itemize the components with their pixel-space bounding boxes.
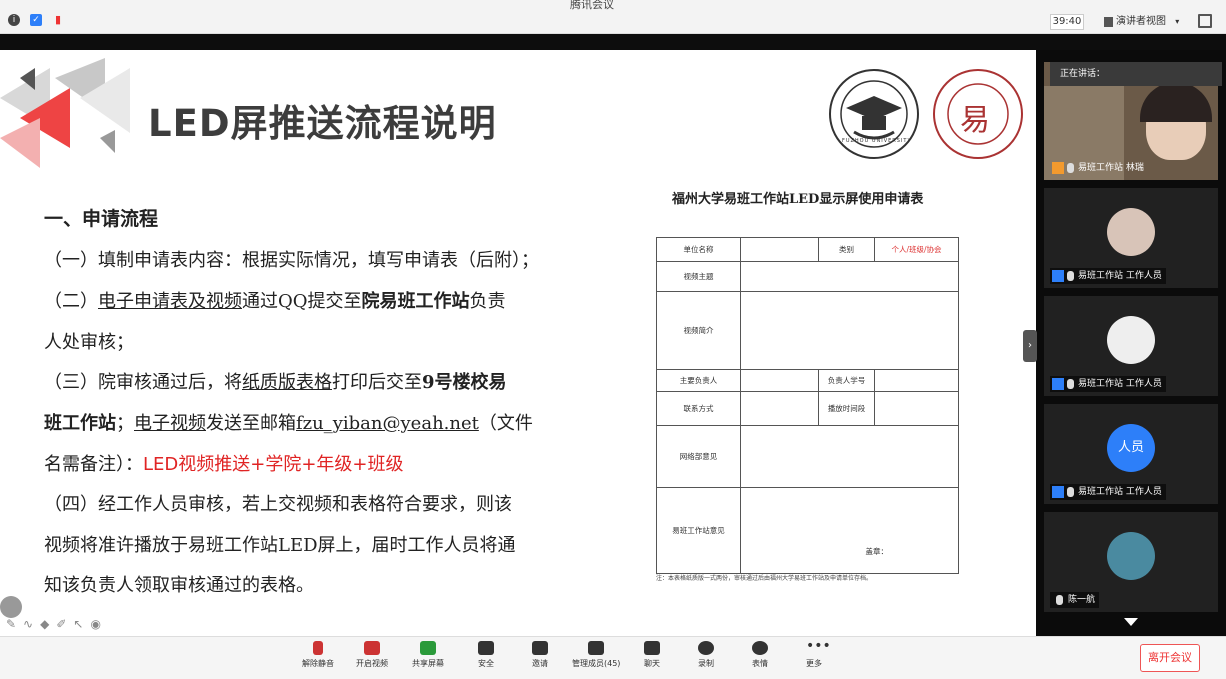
form-label-unit: 单位名称 <box>656 237 741 262</box>
tile-label: 陈一航 <box>1050 592 1100 608</box>
signal-icon: ▮ <box>54 13 62 26</box>
form-note: 注：本表格纸质版一式两份，审核通过后由福州大学易班工作站及申请单位存档。 <box>656 575 873 582</box>
slide-decoration <box>0 58 130 168</box>
window-top-bar: 腾讯会议 i ✓ ▮ 39:40 演讲者视图 ▾ <box>0 0 1226 34</box>
shared-slide: LED屏推送流程说明 FUZHOU UNIVERSITY 易 一、申请流程 （一… <box>0 50 1036 636</box>
step-3-text: （三）院审核通过后，将纸质版表格打印后交至9号楼校易 <box>44 372 507 393</box>
form-label-person: 主要负责人 <box>656 369 741 392</box>
chat-button[interactable]: 聊天 <box>644 641 660 669</box>
presenter-view-button[interactable]: 演讲者视图 ▾ <box>1100 14 1184 30</box>
avatar: 人员 <box>1107 424 1155 472</box>
record-icon <box>698 641 714 655</box>
form-title: 福州大学易班工作站LED显示屏使用申请表 <box>672 192 924 207</box>
step-4-end: 知该负责人领取审核通过的表格。 <box>44 575 314 596</box>
panel-scroll-down-icon[interactable] <box>1124 618 1138 626</box>
more-button[interactable]: ••• 更多 <box>806 638 831 669</box>
form-category-options: 个人/班级/协会 <box>874 237 959 262</box>
window-title: 腾讯会议 <box>570 0 614 11</box>
section-heading: 一、申请流程 <box>44 208 159 230</box>
slide-title: LED屏推送流程说明 <box>148 102 497 145</box>
video-tile[interactable]: 陈一航 <box>1044 512 1218 612</box>
leave-meeting-button[interactable]: 离开会议 <box>1140 644 1200 672</box>
step-2-text: （二）电子申请表及视频通过QQ提交至院易班工作站负责 <box>44 291 506 312</box>
fzu-logo-text: FUZHOU UNIVERSITY <box>842 138 912 144</box>
application-form-table: 单位名称 类别 个人/班级/协会 视频主题 视频简介 主要负责人 负责人学号 联系… <box>656 237 959 574</box>
members-icon <box>588 641 605 655</box>
form-seal: 盖章： <box>740 487 959 574</box>
step-3-note: 名需备注）：LED视频推送+学院+年级+班级 <box>44 454 404 475</box>
fzu-logo <box>829 69 919 159</box>
record-button[interactable]: 录制 <box>698 641 714 669</box>
avatar <box>1107 316 1155 364</box>
info-icon[interactable]: i <box>8 14 20 26</box>
security-button[interactable]: 安全 <box>478 641 494 669</box>
avatar <box>1107 532 1155 580</box>
avatar <box>1107 208 1155 256</box>
invite-button[interactable]: 邀请 <box>532 641 548 669</box>
video-button[interactable]: 开启视频 <box>356 641 388 669</box>
panel-collapse-button[interactable]: › <box>1023 330 1037 362</box>
meeting-timer: 39:40 <box>1050 14 1084 30</box>
video-off-icon <box>364 641 380 655</box>
top-divider <box>0 34 1226 50</box>
emoji-icon <box>752 641 768 655</box>
presenter-view-label: 演讲者视图 <box>1116 16 1166 27</box>
share-screen-icon <box>420 641 436 655</box>
tile-label: 易班工作站 工作人员 <box>1050 268 1166 284</box>
manage-members-button[interactable]: 管理成员(45) <box>572 641 620 669</box>
share-screen-button[interactable]: 共享屏幕 <box>412 641 444 669</box>
mute-button[interactable]: 解除静音 <box>302 641 334 669</box>
video-tile[interactable]: 人员 易班工作站 工作人员 <box>1044 404 1218 504</box>
form-label-network: 网络部意见 <box>656 425 741 488</box>
invite-icon <box>532 641 548 655</box>
yiban-seal-char: 易 <box>960 103 990 138</box>
step-4-cont: 视频将准许播放于易班工作站LED屏上，届时工作人员将通 <box>44 535 516 556</box>
video-tile[interactable]: 易班工作站 工作人员 <box>1044 188 1218 288</box>
tile-label: 易班工作站 工作人员 <box>1050 484 1166 500</box>
step-1-text: （一）填制申请表内容：根据实际情况，填写申请表（后附）； <box>44 250 539 271</box>
video-tile[interactable]: 易班工作站 工作人员 <box>1044 296 1218 396</box>
more-icon: ••• <box>806 638 831 654</box>
emoji-button[interactable]: 表情 <box>752 641 768 669</box>
shield-icon[interactable]: ✓ <box>30 14 42 26</box>
form-label-play-time: 播放时间段 <box>818 391 875 426</box>
tile-label: 易班工作站 工作人员 <box>1050 376 1166 392</box>
shield-icon <box>478 641 494 655</box>
fullscreen-icon[interactable] <box>1198 14 1212 28</box>
meeting-toolbar: 解除静音 开启视频 共享屏幕 安全 邀请 管理成员(45) 聊天 录制 表情 •… <box>0 636 1226 679</box>
form-label-category: 类别 <box>818 237 875 262</box>
speaking-indicator: 正在讲话： <box>1050 62 1222 86</box>
chat-bubble-icon[interactable] <box>0 596 22 618</box>
step-2-cont: 人处审核； <box>44 332 134 353</box>
form-label-intro: 视频简介 <box>656 291 741 370</box>
mic-muted-icon <box>313 641 323 655</box>
form-label-person-id: 负责人学号 <box>818 369 875 392</box>
chevron-down-icon: ▾ <box>1175 17 1180 26</box>
form-label-yiban: 易班工作站意见 <box>656 487 741 574</box>
form-label-contact: 联系方式 <box>656 391 741 426</box>
annotation-toolbar[interactable]: ✎∿◆✐↖◉ <box>6 617 108 633</box>
presenter-view-icon <box>1104 17 1113 27</box>
tile-label: 易班工作站 林瑞 <box>1050 160 1148 176</box>
step-3-cont: 班工作站；电子视频发送至邮箱fzu_yiban@yeah.net（文件 <box>44 413 533 434</box>
step-4-text: （四）经工作人员审核，若上交视频和表格符合要求，则该 <box>44 494 512 515</box>
chat-icon <box>644 641 660 655</box>
form-label-topic: 视频主题 <box>656 261 741 292</box>
